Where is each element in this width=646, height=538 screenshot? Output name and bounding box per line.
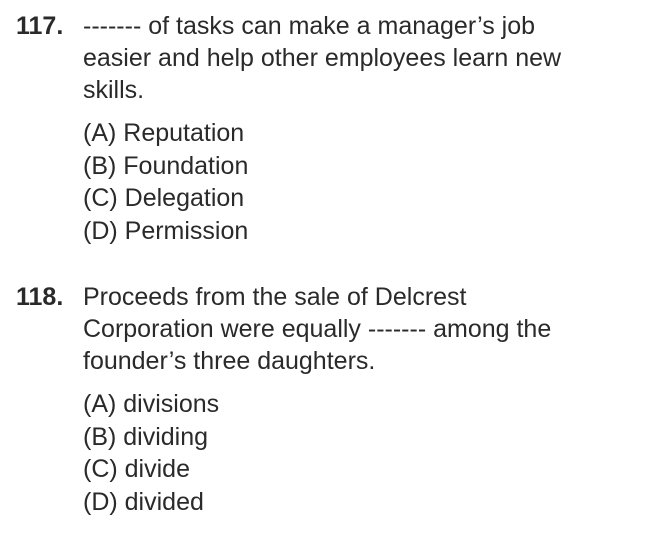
question-stem-line: skills. (83, 76, 145, 104)
question-stem-line: Proceeds from the sale of Delcrest (83, 283, 467, 311)
answer-option-a: (A) divisions (83, 390, 220, 418)
question-number: 118. (16, 283, 64, 311)
answer-option-b: (B) dividing (83, 422, 209, 451)
question-stem-line: ------- of tasks can make a manager’s jo… (83, 12, 536, 40)
answer-option-c: (C) Delegation (83, 184, 245, 212)
answer-option-a: (A) Reputation (83, 119, 245, 147)
answer-option-d: (D) Permission (83, 216, 249, 245)
answer-option-b: (B) Foundation (83, 151, 249, 180)
question-stem: ------- of tasks can make a manager’s jo… (83, 10, 623, 106)
question-stem-line: Corporation were equally ------- among t… (83, 315, 552, 343)
answer-options: (A) Reputation (B) Foundation (C) Delega… (83, 117, 248, 247)
question-stem-line: founder’s three daughters. (83, 347, 376, 375)
question-number: 117. (16, 12, 64, 40)
answer-option-c: (C) divide (83, 455, 190, 483)
answer-options: (A) divisions (B) dividing (C) divide (D… (83, 388, 219, 518)
question-stem-line: easier and help other employees learn ne… (83, 44, 562, 72)
answer-option-d: (D) divided (83, 487, 204, 516)
question-stem: Proceeds from the sale of Delcrest Corpo… (83, 281, 623, 377)
